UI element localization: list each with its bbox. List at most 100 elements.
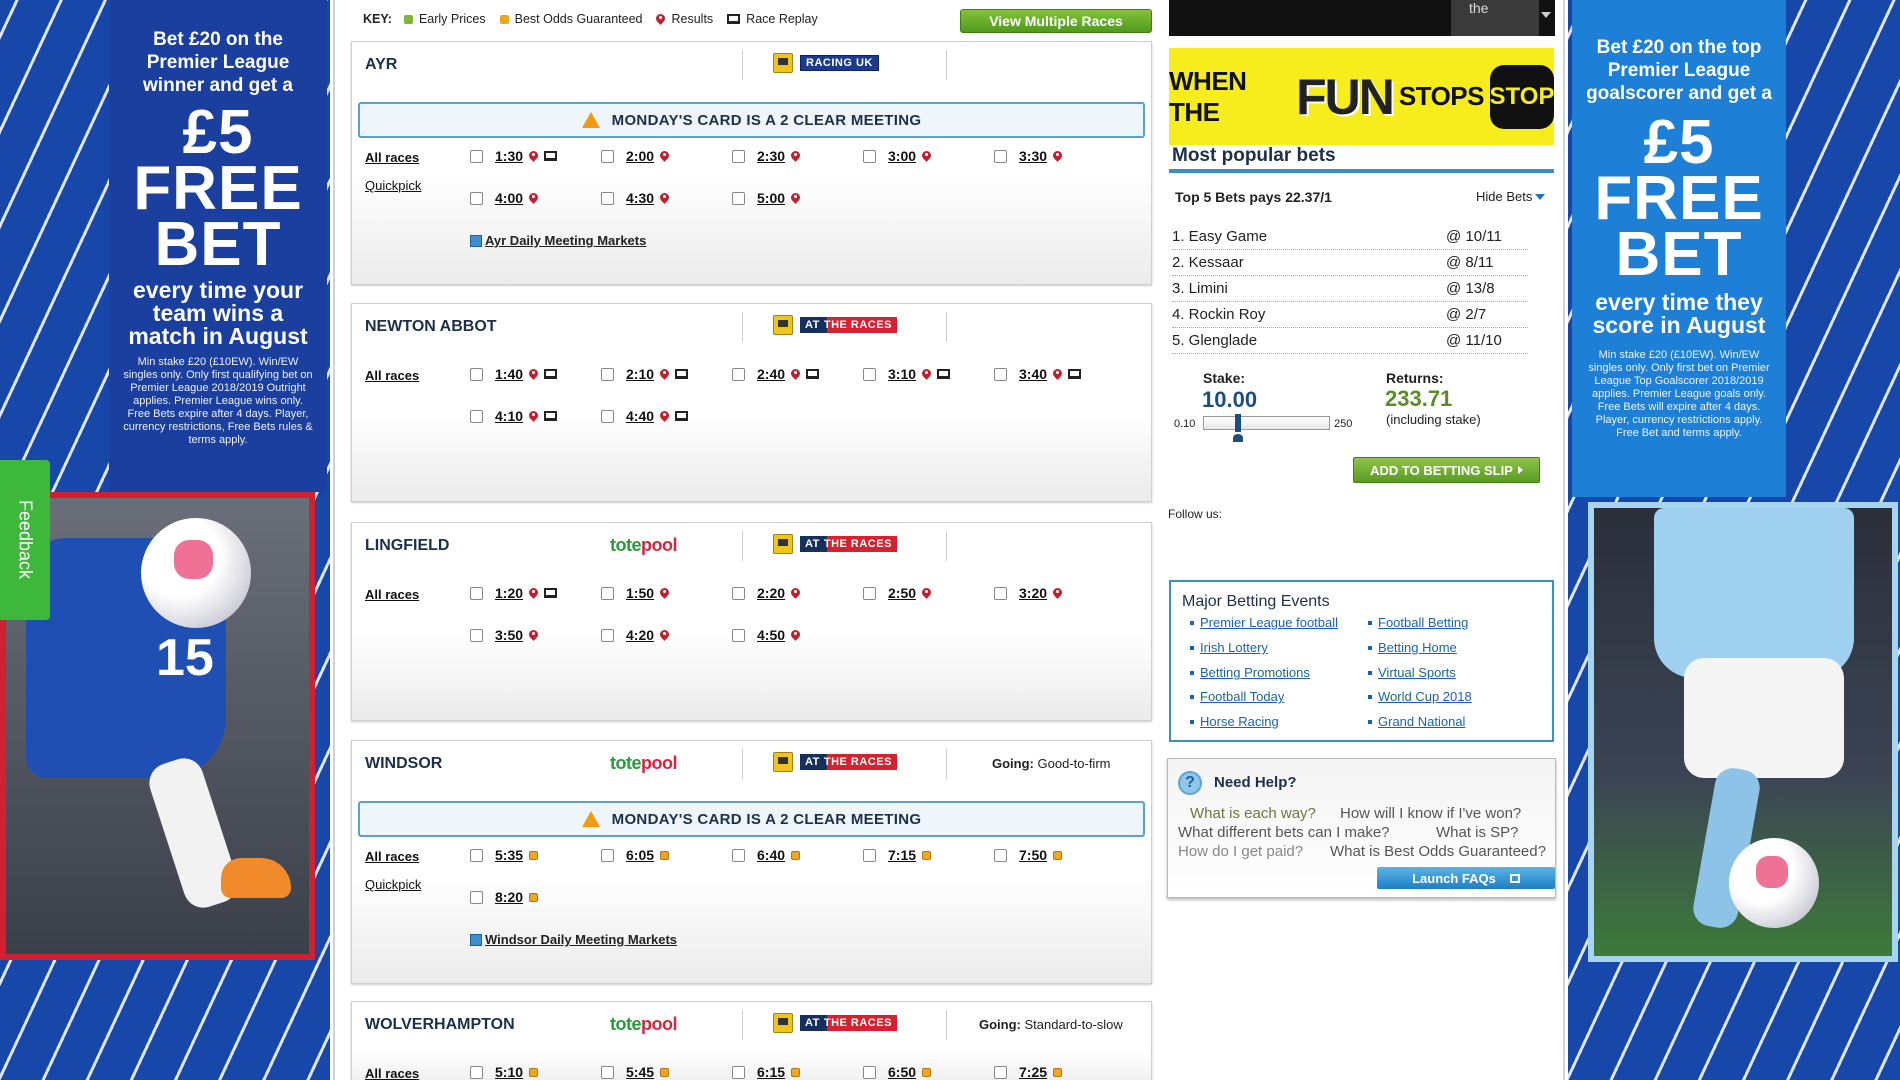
race-checkbox[interactable] (863, 149, 876, 163)
race-time-link[interactable]: 3:10 (888, 366, 916, 382)
race-time-link[interactable]: 1:20 (495, 585, 523, 601)
race-time-link[interactable]: 4:50 (757, 627, 785, 643)
launch-faqs-button[interactable]: Launch FAQs (1377, 867, 1555, 889)
race-2-20[interactable]: 2:20 (732, 585, 800, 601)
popout-icon[interactable] (1509, 873, 1520, 883)
race-1-40[interactable]: 1:40 (470, 366, 558, 382)
race-time-link[interactable]: 4:20 (626, 627, 654, 643)
race-5-35[interactable]: 5:35 (470, 847, 539, 863)
when-the-fun-stops-banner[interactable]: WHEN THE FUN STOPS STOP (1169, 48, 1554, 145)
race-checkbox[interactable] (863, 848, 876, 862)
race-time-link[interactable]: 4:40 (626, 408, 654, 424)
race-time-link[interactable]: 2:50 (888, 585, 916, 601)
race-checkbox[interactable] (601, 848, 614, 862)
race-checkbox[interactable] (470, 367, 483, 381)
race-checkbox[interactable] (470, 848, 483, 862)
event-link[interactable]: Betting Home (1368, 640, 1457, 655)
results-pin-icon[interactable] (1053, 151, 1062, 162)
all-races-link[interactable]: All races (365, 587, 419, 602)
race-6-15[interactable]: 6:15 (732, 1064, 801, 1080)
race-time-link[interactable]: 6:05 (626, 847, 654, 863)
race-checkbox[interactable] (732, 149, 745, 163)
race-6-40[interactable]: 6:40 (732, 847, 801, 863)
race-replay-icon[interactable] (937, 369, 951, 379)
event-link[interactable]: Football Today (1189, 689, 1284, 704)
race-time-link[interactable]: 3:40 (1019, 366, 1047, 382)
race-time-link[interactable]: 5:10 (495, 1064, 523, 1080)
chevron-right-icon[interactable] (1517, 466, 1523, 474)
race-time-link[interactable]: 1:50 (626, 585, 654, 601)
daily-meeting-markets-link[interactable]: Ayr Daily Meeting Markets (470, 233, 646, 248)
event-link[interactable]: Horse Racing (1190, 714, 1279, 729)
race-3-30[interactable]: 3:30 (994, 148, 1062, 164)
results-pin-icon[interactable] (791, 151, 800, 162)
race-time-link[interactable]: 6:15 (757, 1064, 785, 1080)
race-time-link[interactable]: 2:00 (626, 148, 654, 164)
event-link[interactable]: Grand National (1367, 714, 1465, 729)
results-pin-icon[interactable] (660, 369, 669, 380)
race-checkbox[interactable] (601, 367, 614, 381)
race-1-30[interactable]: 1:30 (470, 148, 558, 164)
race-time-link[interactable]: 3:30 (1019, 148, 1047, 164)
race-7-15[interactable]: 7:15 (863, 847, 932, 863)
race-3-40[interactable]: 3:40 (994, 366, 1082, 382)
race-2-30[interactable]: 2:30 (732, 148, 800, 164)
race-7-25[interactable]: 7:25 (994, 1064, 1063, 1080)
event-link[interactable]: Football Betting (1367, 615, 1468, 630)
results-pin-icon[interactable] (529, 151, 538, 162)
race-time-link[interactable]: 3:00 (888, 148, 916, 164)
faq-link[interactable]: What is Best Odds Guaranteed? (1330, 843, 1546, 860)
all-races-link[interactable]: All races (365, 1066, 419, 1080)
event-link[interactable]: Premier League football (1189, 615, 1338, 630)
quickpick-link[interactable]: Quickpick (365, 877, 421, 892)
stake-slider-handle-pointer[interactable] (1233, 434, 1244, 442)
race-checkbox[interactable] (470, 191, 483, 205)
race-checkbox[interactable] (601, 149, 614, 163)
race-3-20[interactable]: 3:20 (994, 585, 1062, 601)
all-races-link[interactable]: All races (365, 849, 419, 864)
race-1-20[interactable]: 1:20 (470, 585, 558, 601)
results-pin-icon[interactable] (660, 588, 669, 599)
race-time-link[interactable]: 8:20 (495, 889, 523, 905)
hide-bets-toggle[interactable]: Hide Bets (1476, 189, 1546, 204)
race-checkbox[interactable] (601, 586, 614, 600)
race-checkbox[interactable] (732, 1065, 745, 1079)
race-replay-icon[interactable] (544, 151, 558, 161)
race-checkbox[interactable] (863, 586, 876, 600)
results-pin-icon[interactable] (922, 369, 931, 380)
results-pin-icon[interactable] (529, 630, 538, 641)
race-time-link[interactable]: 5:00 (757, 190, 785, 206)
race-checkbox[interactable] (601, 628, 614, 642)
race-4-40[interactable]: 4:40 (601, 408, 689, 424)
results-pin-icon[interactable] (1053, 369, 1062, 380)
stake-slider-track[interactable] (1203, 416, 1330, 430)
launch-faqs-label[interactable]: Launch FAQs (1412, 871, 1496, 886)
results-pin-icon[interactable] (660, 151, 669, 162)
race-replay-icon[interactable] (544, 588, 558, 598)
daily-meeting-markets-link[interactable]: Windsor Daily Meeting Markets (470, 932, 677, 947)
results-pin-icon[interactable] (791, 588, 800, 599)
race-replay-icon[interactable] (675, 369, 689, 379)
race-checkbox[interactable] (994, 149, 1007, 163)
race-checkbox[interactable] (470, 890, 483, 904)
race-replay-icon[interactable] (675, 411, 689, 421)
race-checkbox[interactable] (732, 367, 745, 381)
results-pin-icon[interactable] (922, 588, 931, 599)
results-pin-icon[interactable] (791, 193, 800, 204)
race-4-20[interactable]: 4:20 (601, 627, 669, 643)
race-checkbox[interactable] (994, 367, 1007, 381)
race-checkbox[interactable] (601, 1065, 614, 1079)
event-link[interactable]: Virtual Sports (1368, 665, 1456, 680)
race-time-link[interactable]: 6:40 (757, 847, 785, 863)
race-3-50[interactable]: 3:50 (470, 627, 538, 643)
results-pin-icon[interactable] (791, 630, 800, 641)
race-replay-icon[interactable] (1068, 369, 1082, 379)
race-checkbox[interactable] (863, 1065, 876, 1079)
race-time-link[interactable]: 7:50 (1019, 847, 1047, 863)
race-6-50[interactable]: 6:50 (863, 1064, 932, 1080)
race-checkbox[interactable] (470, 628, 483, 642)
race-checkbox[interactable] (470, 149, 483, 163)
race-time-link[interactable]: 2:10 (626, 366, 654, 382)
race-4-50[interactable]: 4:50 (732, 627, 800, 643)
stake-slider-handle[interactable] (1235, 414, 1242, 432)
